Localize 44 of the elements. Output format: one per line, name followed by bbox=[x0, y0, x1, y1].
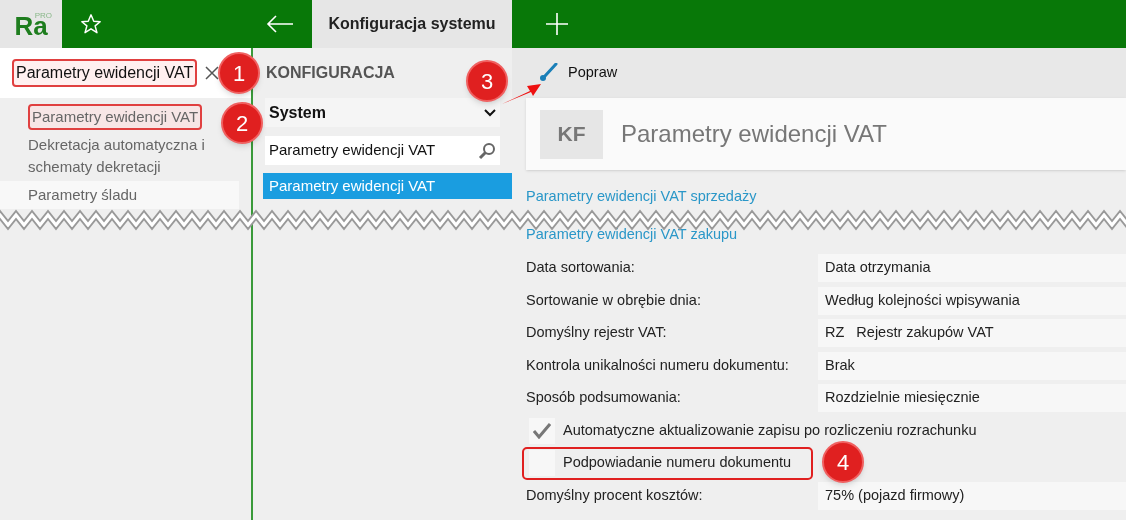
back-arrow-icon[interactable] bbox=[266, 14, 294, 34]
field-label: Sposób podsumowania: bbox=[526, 388, 682, 408]
category-dropdown[interactable]: System bbox=[265, 98, 500, 127]
field-label: Kontrola unikalności numeru dokumentu: bbox=[526, 355, 790, 375]
register-code: RZ bbox=[825, 323, 845, 343]
annotation-marker: 4 bbox=[822, 441, 864, 483]
nav-item[interactable]: Parametry ewidencji VAT bbox=[28, 104, 203, 130]
field-value[interactable]: Rozdzielnie miesięcznie bbox=[818, 384, 1126, 413]
field-value[interactable]: Według kolejności wpisywania bbox=[818, 286, 1126, 315]
chevron-down-icon bbox=[484, 108, 496, 117]
page-title: Parametry ewidencji VAT bbox=[621, 119, 887, 149]
checkbox-label: Podpowiadanie numeru dokumentu bbox=[563, 453, 792, 473]
field-value[interactable]: Data otrzymania bbox=[818, 254, 1126, 283]
close-icon[interactable] bbox=[205, 66, 220, 80]
tab[interactable]: Konfiguracja systemu bbox=[312, 0, 512, 48]
field-label: Data sortowania: bbox=[526, 258, 636, 278]
field-label: Domyślny procent kosztów: bbox=[526, 485, 704, 505]
field-label: Sortowanie w obrębie dnia: bbox=[526, 290, 702, 310]
brush-icon[interactable] bbox=[538, 63, 558, 83]
star-icon[interactable] bbox=[80, 13, 102, 35]
annotation-marker: 3 bbox=[466, 60, 508, 102]
checkbox[interactable] bbox=[529, 450, 555, 477]
field-label: Domyślny rejestr VAT: bbox=[526, 323, 668, 343]
value-text: Brak bbox=[825, 355, 855, 375]
checkbox-label: Automatyczne aktualizowanie zapisu po rozliczeniu rozrachunku bbox=[563, 420, 977, 440]
field-value[interactable]: 75% (pojazd firmowy) bbox=[818, 481, 1126, 510]
value-text: Rozdzielnie miesięcznie bbox=[825, 388, 980, 408]
plus-icon[interactable] bbox=[546, 13, 568, 35]
checkmark-icon bbox=[533, 422, 551, 439]
module-badge: KF bbox=[540, 109, 603, 159]
value-text: Data otrzymania bbox=[825, 258, 931, 278]
panel-title: KONFIGURACJA bbox=[266, 63, 395, 83]
open-item-title: Parametry ewidencji VAT bbox=[12, 59, 198, 87]
value-text: Rejestr zakupów VAT bbox=[856, 323, 994, 343]
checkbox[interactable] bbox=[529, 417, 555, 444]
field-value[interactable]: RZ Rejestr zakupów VAT bbox=[818, 319, 1126, 348]
field-value[interactable]: Brak bbox=[818, 351, 1126, 380]
app-logo[interactable]: RaPRO bbox=[0, 0, 62, 48]
edit-button-label[interactable]: Popraw bbox=[568, 62, 618, 84]
search-icon bbox=[478, 141, 496, 160]
search-field[interactable]: Parametry ewidencji VAT bbox=[265, 136, 500, 165]
value-text: 75% (pojazd firmowy) bbox=[825, 485, 965, 505]
annotation-marker: 2 bbox=[221, 102, 263, 144]
value-text: Według kolejności wpisywania bbox=[825, 290, 1020, 310]
